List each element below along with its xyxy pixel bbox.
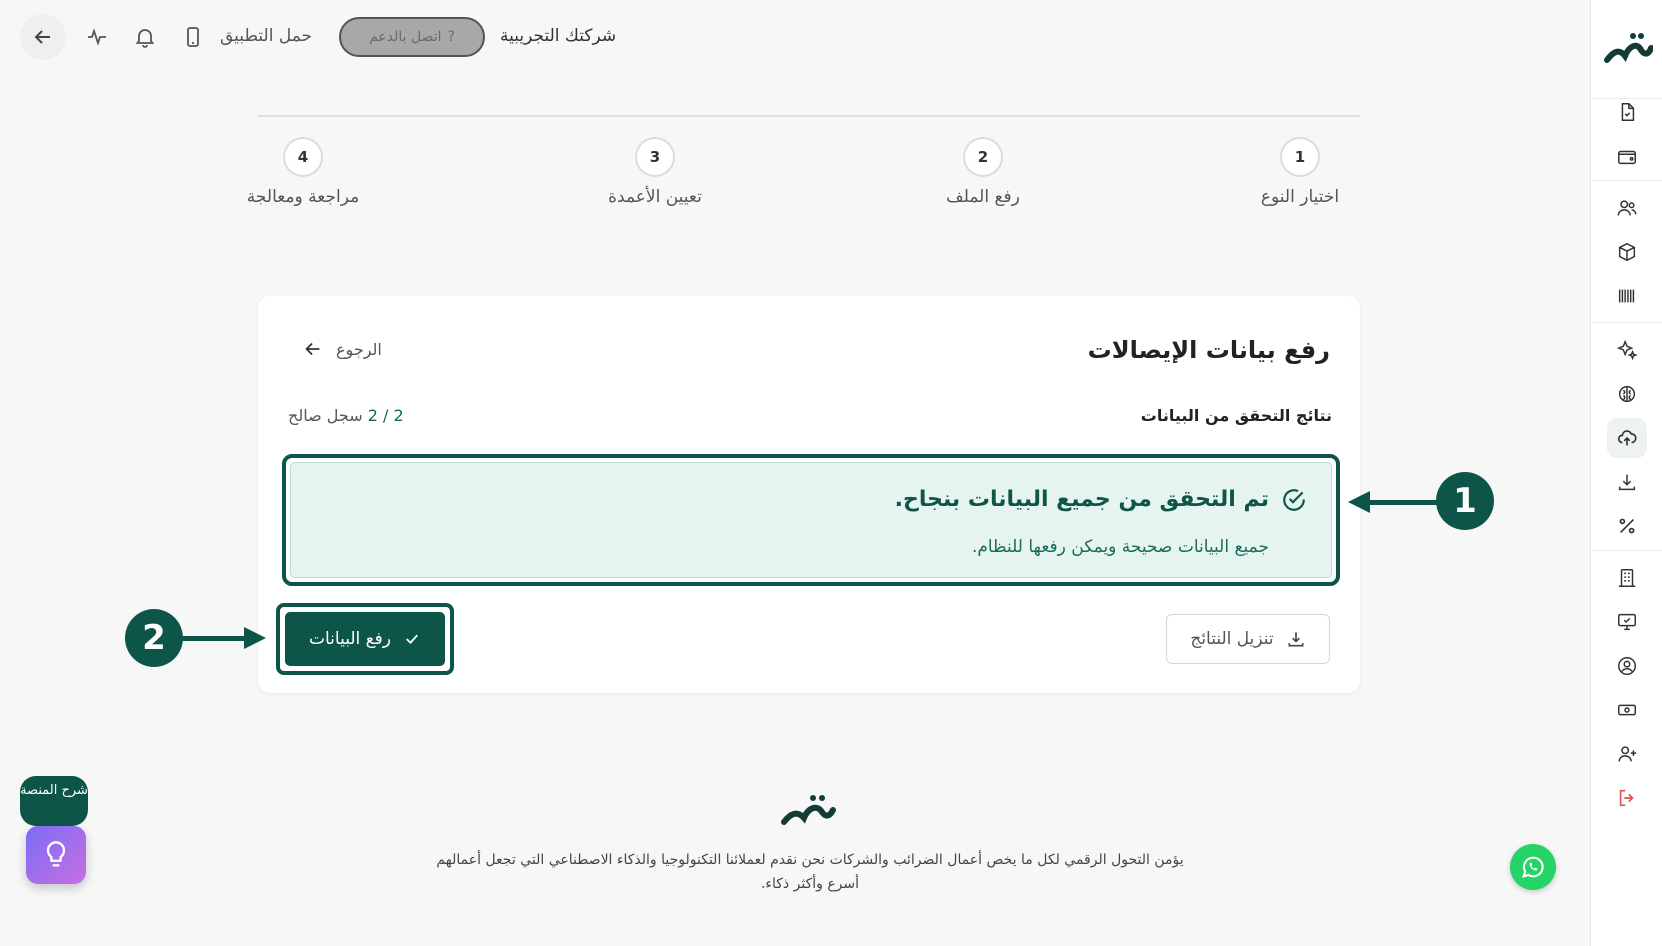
sidebar-item-customers[interactable] [1607, 188, 1647, 228]
step-number: 3 [635, 137, 675, 177]
whatsapp-icon [1522, 856, 1544, 878]
step-label: مراجعة ومعالجة [246, 187, 360, 207]
back-button[interactable] [20, 14, 66, 60]
activity-button[interactable] [74, 14, 120, 60]
support-label: اتصل بالدعم [369, 29, 442, 45]
sidebar-item-download[interactable] [1607, 462, 1647, 502]
user-circle-icon [1618, 657, 1636, 675]
support-button[interactable]: اتصل بالدعم ? [339, 17, 485, 57]
upload-card: رفع بيانات الإيصالات الرجوع نتائج التحقق… [258, 296, 1360, 693]
step-4: 4 مراجعة ومعالجة [223, 137, 383, 207]
step-number: 2 [963, 137, 1003, 177]
cash-icon [1618, 704, 1636, 716]
company-name: شركتك التجريبية [500, 26, 617, 46]
annotation-arrow-line [182, 636, 246, 641]
download-results-button[interactable]: تنزيل النتائج [1166, 614, 1330, 664]
sidebar-item-company[interactable] [1607, 558, 1647, 598]
step-label: تعيين الأعمدة [608, 187, 702, 207]
topbar: حمل التطبيق اتصل بالدعم ? شركتك التجريبي… [20, 14, 640, 60]
step-label: رفع الملف [946, 187, 1020, 207]
platform-guide-button[interactable] [26, 826, 86, 884]
users-icon [1617, 200, 1637, 216]
upload-highlight: رفع البيانات [276, 603, 454, 675]
whatsapp-button[interactable] [1510, 844, 1556, 890]
download-icon [1618, 474, 1636, 491]
annotation-badge-1: 1 [1436, 472, 1494, 530]
sidebar-item-upload[interactable] [1607, 418, 1647, 458]
sidebar-item-add-user[interactable] [1607, 734, 1647, 774]
step-number: 4 [283, 137, 323, 177]
sidebar [1590, 0, 1662, 946]
success-alert: تم التحقق من جميع البيانات بنجاح. جميع ا… [290, 462, 1332, 578]
arrow-left-icon [305, 342, 320, 356]
sidebar-item-pos[interactable] [1607, 602, 1647, 642]
monitor-check-icon [1618, 613, 1636, 631]
footer-logo [781, 795, 836, 825]
sidebar-item-ai[interactable] [1607, 330, 1647, 370]
phone-icon [187, 27, 199, 47]
sidebar-item-wallet[interactable] [1607, 137, 1647, 177]
download-app-button[interactable] [170, 14, 216, 60]
success-heading: تم التحقق من جميع البيانات بنجاح. [894, 487, 1269, 512]
stepper: 4 مراجعة ومعالجة 3 تعيين الأعمدة 2 رفع ا… [247, 115, 1360, 225]
box-icon [1618, 242, 1636, 262]
page-title: رفع بيانات الإيصالات [1087, 336, 1330, 364]
step-3: 3 تعيين الأعمدة [575, 137, 735, 207]
valid-count: 2 / 2 [367, 406, 404, 425]
annotation-badge-2: 2 [125, 609, 183, 667]
sparkle-icon [1616, 339, 1638, 361]
annotation-arrow-head [244, 627, 266, 649]
sidebar-item-barcode[interactable] [1607, 276, 1647, 316]
percent-icon [1619, 518, 1635, 534]
sidebar-item-tax[interactable] [1607, 506, 1647, 546]
brain-icon [1618, 385, 1636, 403]
user-plus-icon [1618, 746, 1637, 762]
upload-data-button[interactable]: رفع البيانات [285, 612, 445, 666]
step-number: 1 [1280, 137, 1320, 177]
download-icon [1288, 632, 1304, 647]
back-label: الرجوع [336, 339, 382, 359]
sidebar-item-profile[interactable] [1607, 646, 1647, 686]
download-app-label[interactable]: حمل التطبيق [220, 26, 312, 46]
cloud-upload-icon [1617, 430, 1637, 446]
lightbulb-icon [46, 841, 66, 867]
back-link[interactable]: الرجوع [302, 338, 382, 360]
sidebar-item-products[interactable] [1607, 232, 1647, 272]
upload-label: رفع البيانات [308, 629, 392, 649]
check-icon [406, 634, 418, 645]
sidebar-item-logout[interactable] [1607, 778, 1647, 818]
question-icon: ? [447, 29, 455, 45]
bell-icon [135, 29, 155, 48]
wallet-icon [1618, 150, 1636, 165]
success-message: جميع البيانات صحيحة ويمكن رفعها للنظام. [971, 537, 1269, 557]
footer-description: يؤمن التحول الرقمي لكل ما يخص أعمال الضر… [436, 852, 1184, 892]
sidebar-item-brain[interactable] [1607, 374, 1647, 414]
logout-icon [1619, 789, 1634, 807]
platform-guide-label[interactable]: شرح المنصة [20, 776, 88, 826]
barcode-icon [1618, 289, 1635, 303]
step-1: 1 اختيار النوع [1220, 137, 1380, 207]
notifications-button[interactable] [122, 14, 168, 60]
validation-title: نتائج التحقق من البيانات [1140, 406, 1332, 425]
sidebar-item-billing[interactable] [1607, 690, 1647, 730]
annotation-arrow-line [1366, 500, 1438, 505]
building-icon [1618, 569, 1636, 587]
valid-label: سجل صالح [288, 406, 363, 425]
document-check-icon [1621, 103, 1635, 121]
check-circle-icon [1283, 489, 1305, 511]
sidebar-item-invoices[interactable] [1607, 92, 1647, 132]
download-label: تنزيل النتائج [1190, 629, 1274, 649]
activity-icon [88, 28, 106, 46]
step-2: 2 رفع الملف [903, 137, 1063, 207]
valid-record-count: 2 / 2 سجل صالح [288, 406, 404, 425]
brand-logo[interactable] [1603, 26, 1653, 70]
step-label: اختيار النوع [1260, 187, 1340, 207]
success-highlight: تم التحقق من جميع البيانات بنجاح. جميع ا… [282, 454, 1340, 586]
arrow-left-icon [34, 30, 50, 44]
